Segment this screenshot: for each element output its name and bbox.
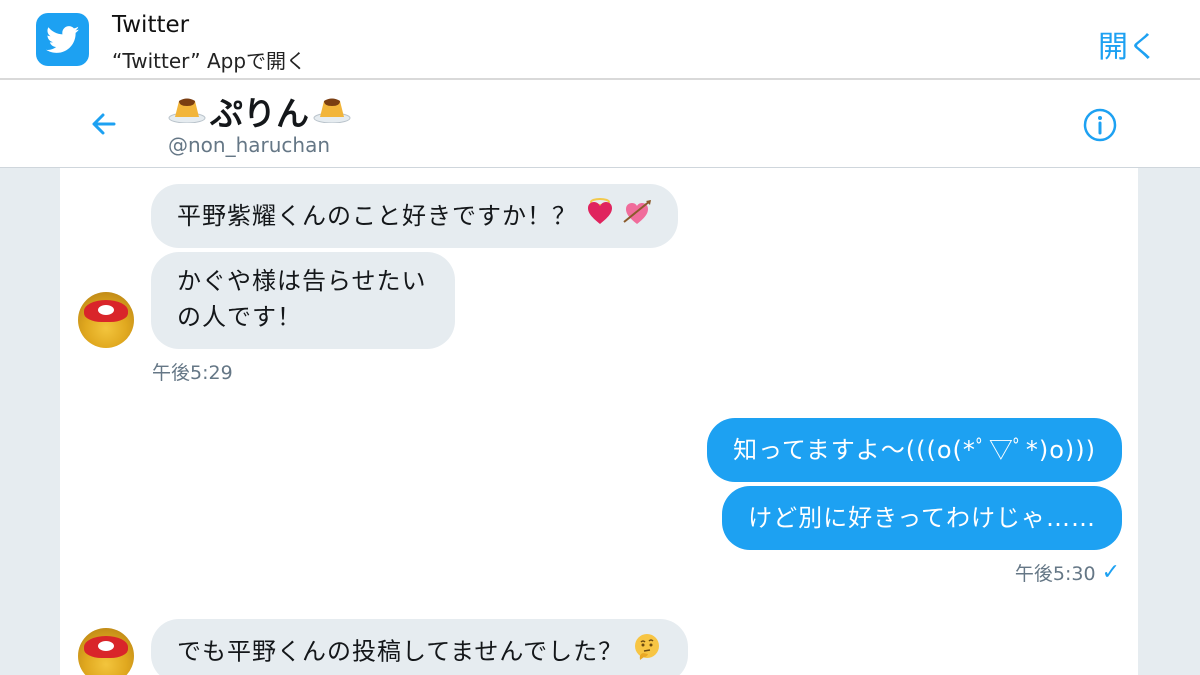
app-open-banner: Twitter “Twitter” Appで開く 開く <box>0 0 1200 80</box>
timestamp-text: 午後5:29 <box>152 362 233 384</box>
outgoing-message-bubble[interactable]: 知ってますよ〜(((o(*ﾟ▽ﾟ*)o))) <box>707 418 1122 482</box>
message-timestamp: 午後5:30 ✓ <box>1015 559 1120 586</box>
message-text: でも平野くんの投稿してませんでした？ <box>177 637 624 666</box>
app-name: Twitter <box>112 12 190 38</box>
message-text-line: かぐや様は告らせたい <box>177 267 427 295</box>
incoming-message-bubble[interactable]: かぐや様は告らせたい の人です！ <box>151 252 455 349</box>
info-icon[interactable] <box>1082 107 1118 143</box>
open-app-button[interactable]: 開く <box>1098 22 1158 66</box>
conversation-handle: @non_haruchan <box>168 133 331 157</box>
message-text-line: の人です！ <box>177 303 302 331</box>
heart-with-arrow-icon <box>622 198 652 237</box>
message-thread[interactable]: 平野紫耀くんのこと好きですか！？ かぐや様は告らせたい の人です！ 午後5:29… <box>60 168 1138 675</box>
incoming-message-bubble[interactable]: 平野紫耀くんのこと好きですか！？ <box>151 184 679 248</box>
open-in-app-subtitle: “Twitter” Appで開く <box>112 49 307 73</box>
conversation-header: ぷりん @non_haruchan <box>0 82 1200 168</box>
pudding-icon <box>313 92 351 131</box>
incoming-message-bubble[interactable]: でも平野くんの投稿してませんでした？ <box>151 619 688 675</box>
sent-check-icon: ✓ <box>1101 560 1120 585</box>
message-text: けど別に好きってわけじゃ…… <box>748 504 1096 532</box>
thinking-face-icon <box>632 632 662 673</box>
pudding-icon <box>168 92 206 131</box>
message-text: 平野紫耀くんのこと好きですか！？ <box>177 202 577 230</box>
twitter-bird-icon[interactable] <box>36 13 89 66</box>
message-timestamp: 午後5:29 <box>152 358 233 385</box>
timestamp-text: 午後5:30 <box>1014 563 1096 585</box>
left-gutter <box>0 168 60 675</box>
back-arrow-icon[interactable] <box>86 106 122 142</box>
message-text: 知ってますよ〜(((o(*ﾟ▽ﾟ*)o))) <box>733 436 1096 464</box>
conversation-name: ぷりん <box>168 87 351 135</box>
avatar[interactable] <box>78 292 134 348</box>
outgoing-message-bubble[interactable]: けど別に好きってわけじゃ…… <box>722 486 1122 550</box>
avatar[interactable] <box>78 628 134 675</box>
heart-with-halo-icon <box>586 197 614 237</box>
conversation-name-text: ぷりん <box>210 94 309 133</box>
right-gutter <box>1138 168 1200 675</box>
